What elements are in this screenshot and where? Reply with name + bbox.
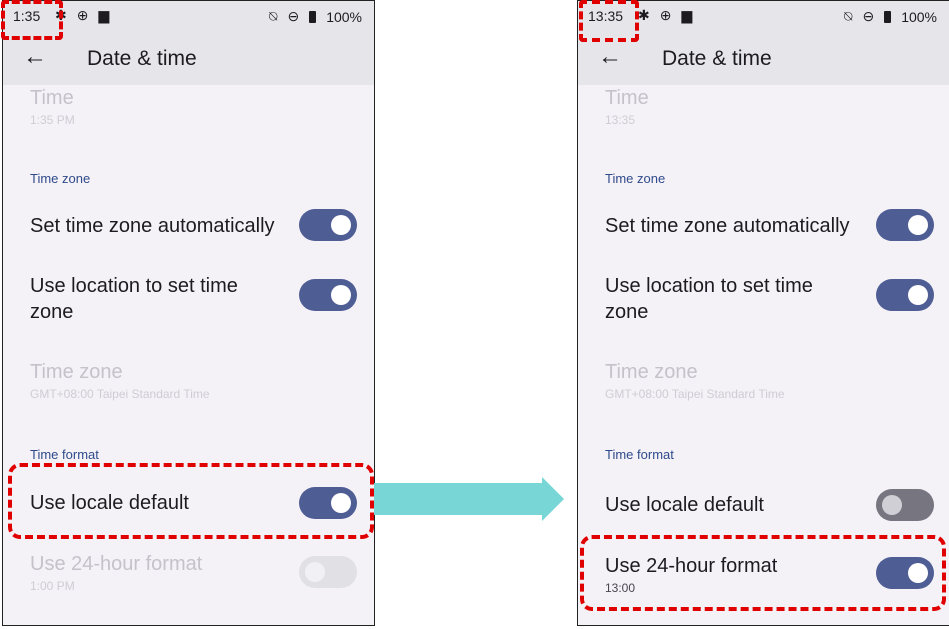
notification-off-icon: ⍉: [844, 8, 853, 24]
sd-card-icon: ▆: [681, 7, 693, 23]
battery-level: 100%: [326, 8, 362, 25]
page-title: Date & time: [662, 47, 772, 70]
bug-icon: ✱: [638, 7, 650, 23]
phone-screen-after: 13:35 ✱ ⊕ ▆ ⍉ ⊖ 100% ← Date & time Time …: [577, 0, 949, 626]
timezone-summary: GMT+08:00 Taipei Standard Time: [605, 387, 785, 401]
format-24h-toggle: [299, 556, 357, 588]
location-timezone-title-line2: zone: [30, 301, 74, 323]
battery-icon: [309, 10, 317, 23]
auto-timezone-toggle[interactable]: [299, 209, 357, 241]
timezone-preference: Time zone GMT+08:00 Taipei Standard Time: [605, 359, 785, 401]
time-title: Time: [605, 87, 649, 109]
timeformat-section-header: Time format: [605, 447, 674, 462]
back-arrow-icon[interactable]: ←: [598, 43, 622, 71]
auto-timezone-preference[interactable]: Set time zone automatically: [605, 213, 850, 239]
location-timezone-title-line2: zone: [605, 301, 649, 323]
status-notification-icons: ✱ ⊕ ▆: [55, 7, 109, 24]
location-timezone-toggle[interactable]: [876, 279, 934, 311]
location-timezone-preference[interactable]: Use location to set time zone: [30, 273, 238, 325]
battery-icon: [884, 10, 892, 23]
locale-default-highlight: [8, 463, 374, 539]
battery-level: 100%: [901, 8, 937, 25]
status-right: ⍉ ⊖ 100%: [269, 8, 362, 25]
time-preference: Time 1:35 PM: [30, 85, 75, 127]
time-summary: 13:35: [605, 113, 636, 127]
location-timezone-toggle[interactable]: [299, 279, 357, 311]
timezone-section-header: Time zone: [30, 171, 91, 186]
time-summary: 1:35 PM: [30, 113, 75, 127]
format-24h-preference: Use 24-hour format 1:00 PM: [30, 551, 202, 593]
time-title: Time: [30, 87, 74, 109]
timezone-title: Time zone: [605, 361, 698, 383]
timezone-summary: GMT+08:00 Taipei Standard Time: [30, 387, 210, 401]
sd-card-icon: ▆: [98, 7, 110, 23]
timezone-title: Time zone: [30, 361, 123, 383]
auto-timezone-preference[interactable]: Set time zone automatically: [30, 213, 275, 239]
timezone-section-header: Time zone: [605, 171, 666, 186]
do-not-disturb-icon: ⊖: [862, 8, 875, 24]
location-timezone-title-line1: Use location to set time: [605, 275, 813, 297]
app-bar: ← Date & time: [3, 33, 374, 85]
format-24h-highlight: [580, 535, 946, 611]
transition-arrow-shaft: [374, 483, 542, 515]
back-arrow-icon[interactable]: ←: [23, 43, 47, 71]
format-24h-title: Use 24-hour format: [30, 553, 203, 575]
timezone-preference: Time zone GMT+08:00 Taipei Standard Time: [30, 359, 210, 401]
time-preference: Time 13:35: [605, 85, 649, 127]
auto-timezone-title: Set time zone automatically: [30, 215, 275, 237]
notification-off-icon: ⍉: [269, 8, 278, 24]
auto-timezone-title: Set time zone automatically: [605, 215, 850, 237]
do-not-disturb-icon: ⊖: [287, 8, 300, 24]
status-notification-icons: ✱ ⊕ ▆: [638, 7, 692, 24]
location-timezone-preference[interactable]: Use location to set time zone: [605, 273, 813, 325]
status-right: ⍉ ⊖ 100%: [844, 8, 937, 25]
status-time-highlight-before: [1, 0, 63, 40]
transition-arrow-head: [542, 477, 564, 521]
locale-default-preference[interactable]: Use locale default: [605, 492, 764, 518]
locale-default-toggle[interactable]: [876, 489, 934, 521]
target-icon: ⊕: [76, 7, 89, 23]
format-24h-summary: 1:00 PM: [30, 579, 75, 593]
timeformat-section-header: Time format: [30, 447, 99, 462]
auto-timezone-toggle[interactable]: [876, 209, 934, 241]
locale-default-title: Use locale default: [605, 494, 764, 516]
page-title: Date & time: [87, 47, 197, 70]
target-icon: ⊕: [659, 7, 672, 23]
location-timezone-title-line1: Use location to set time: [30, 275, 238, 297]
status-time-highlight-after: [579, 0, 639, 42]
